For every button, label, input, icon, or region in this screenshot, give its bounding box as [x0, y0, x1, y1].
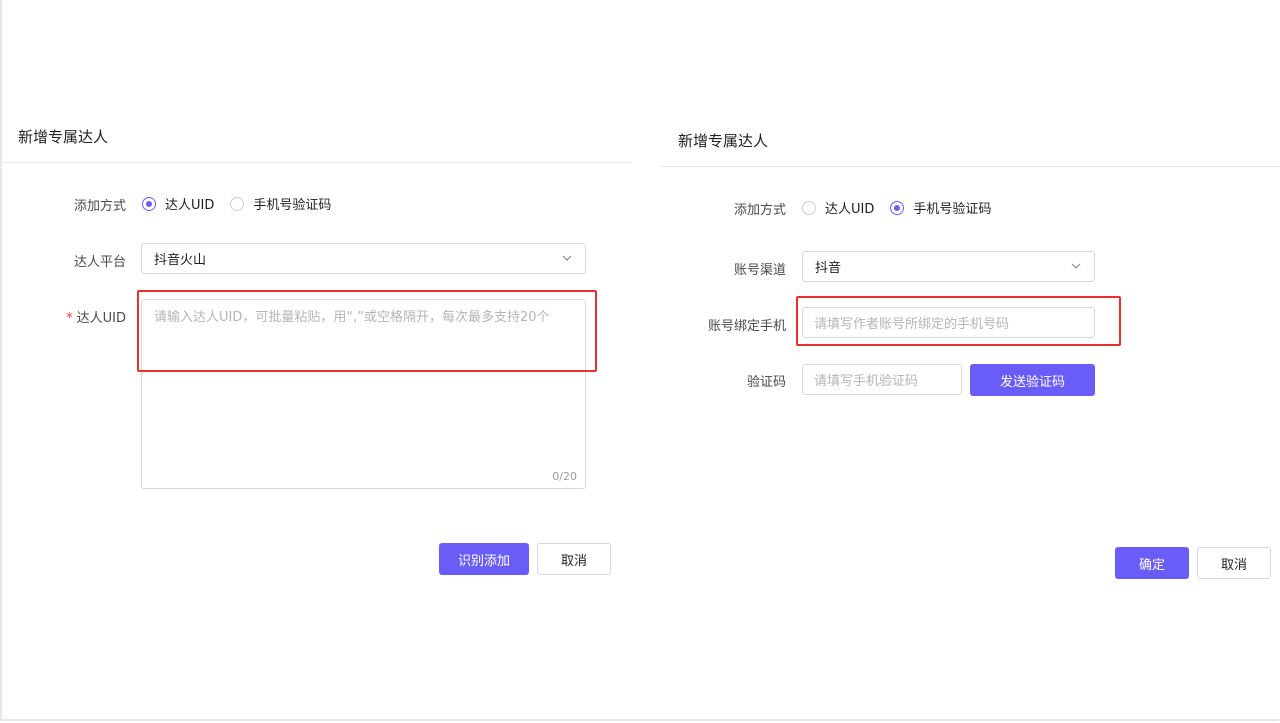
add-method-radio-group: 达人UID 手机号验证码 — [142, 194, 347, 213]
dialog-title: 新增专属达人 — [18, 128, 109, 146]
uid-counter: 0/20 — [552, 470, 577, 483]
title-divider — [0, 162, 632, 163]
platform-select[interactable]: 抖音火山 — [141, 243, 586, 274]
add-method-label: 添加方式 — [73, 199, 126, 214]
radio-phone-code-label: 手机号验证码 — [253, 198, 332, 213]
confirm-button[interactable]: 确定 — [1115, 547, 1189, 579]
radio-unchecked-icon — [230, 196, 245, 211]
radio-checked-icon — [142, 196, 156, 211]
highlight-box — [137, 290, 597, 372]
add-method-radio-group: 达人UID 手机号验证码 — [802, 198, 1007, 217]
channel-select[interactable]: 抖音 — [802, 251, 1095, 282]
channel-label: 账号渠道 — [733, 263, 786, 278]
code-label: 验证码 — [746, 375, 786, 390]
chevron-down-icon — [562, 255, 572, 261]
title-divider — [660, 166, 1280, 167]
radio-uid[interactable]: 达人UID — [802, 198, 874, 217]
add-method-label: 添加方式 — [733, 203, 786, 218]
radio-uid-label: 达人UID — [825, 202, 875, 217]
radio-phone-code-label: 手机号验证码 — [913, 202, 992, 217]
platform-label: 达人平台 — [73, 255, 126, 270]
add-influencer-dialog-phone: 新增专属达人 添加方式 达人UID 手机号验证码 账号渠道 抖音 账号绑定手机 … — [640, 0, 1280, 723]
add-influencer-dialog-uid: 新增专属达人 添加方式 达人UID 手机号验证码 达人平台 抖音火山 * 达人UI… — [0, 0, 640, 723]
code-input[interactable]: 请填写手机验证码 — [802, 364, 962, 395]
highlight-box — [796, 296, 1121, 346]
radio-phone-code[interactable]: 手机号验证码 — [230, 194, 331, 213]
radio-uid[interactable]: 达人UID — [142, 194, 214, 213]
phone-label: 账号绑定手机 — [707, 319, 786, 334]
send-code-button[interactable]: 发送验证码 — [970, 364, 1095, 396]
uid-label: * 达人UID — [40, 307, 126, 326]
required-mark: * — [66, 311, 73, 326]
dialog-title: 新增专属达人 — [678, 132, 769, 150]
recognize-add-button[interactable]: 识别添加 — [439, 543, 529, 575]
radio-checked-icon — [890, 200, 905, 215]
platform-select-value: 抖音火山 — [154, 253, 207, 268]
radio-phone-code[interactable]: 手机号验证码 — [890, 198, 991, 217]
channel-select-value: 抖音 — [815, 261, 842, 276]
code-input-placeholder: 请填写手机验证码 — [814, 374, 919, 389]
radio-uid-label: 达人UID — [165, 198, 215, 213]
uid-label-text: 达人UID — [76, 311, 126, 326]
chevron-down-icon — [1071, 263, 1081, 269]
cancel-button[interactable]: 取消 — [537, 543, 611, 575]
cancel-button[interactable]: 取消 — [1197, 547, 1271, 579]
radio-unchecked-icon — [802, 200, 816, 215]
